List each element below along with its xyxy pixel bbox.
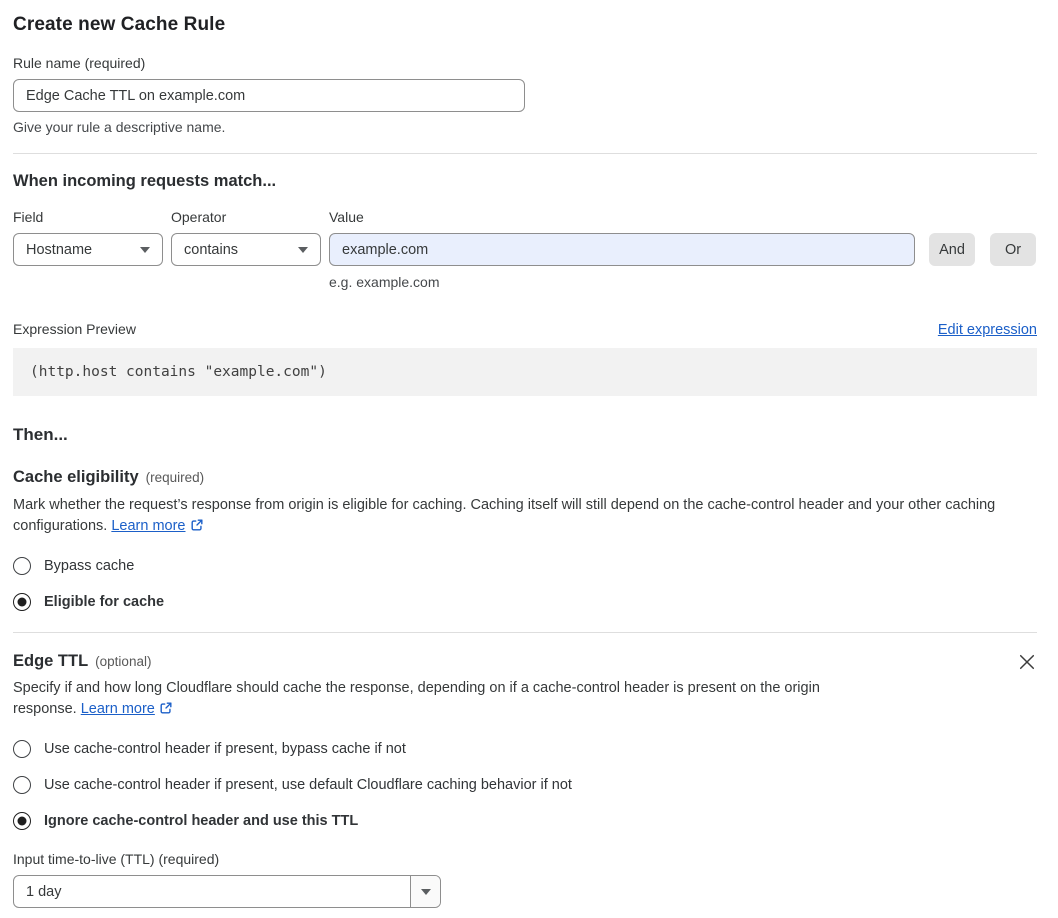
external-link-icon — [159, 701, 173, 722]
value-helper: e.g. example.com — [329, 274, 440, 290]
radio-selected-icon — [13, 593, 31, 611]
expression-preview-label: Expression Preview — [13, 321, 136, 337]
divider — [13, 632, 1037, 633]
field-dropdown[interactable]: Hostname — [13, 233, 163, 266]
radio-eligible-for-cache[interactable]: Eligible for cache — [13, 593, 1037, 611]
ttl-select[interactable]: 1 day — [13, 875, 441, 908]
rule-name-label: Rule name (required) — [13, 55, 146, 71]
or-button[interactable]: Or — [990, 233, 1036, 266]
radio-icon — [13, 557, 31, 575]
radio-bypass-cache[interactable]: Bypass cache — [13, 557, 1037, 575]
radio-use-header-bypass[interactable]: Use cache-control header if present, byp… — [13, 740, 1037, 758]
radio-icon — [13, 776, 31, 794]
cache-eligibility-learn-more-link[interactable]: Learn more — [111, 518, 185, 534]
edge-ttl-learn-more-link[interactable]: Learn more — [81, 701, 155, 717]
radio-selected-icon — [13, 812, 31, 830]
field-label: Field — [13, 209, 44, 225]
match-heading: When incoming requests match... — [13, 172, 277, 190]
cache-eligibility-title: Cache eligibility — [13, 468, 139, 486]
close-edge-ttl-button[interactable] — [1017, 652, 1037, 672]
value-label: Value — [329, 209, 364, 225]
radio-ignore-header-use-ttl[interactable]: Ignore cache-control header and use this… — [13, 812, 1037, 830]
radio-icon — [13, 740, 31, 758]
divider — [13, 153, 1037, 154]
field-dropdown-value: Hostname — [26, 241, 93, 258]
operator-dropdown-value: contains — [184, 241, 239, 258]
external-link-icon — [190, 518, 204, 539]
edge-ttl-optional-badge: (optional) — [95, 654, 152, 669]
edge-ttl-title: Edge TTL — [13, 652, 89, 670]
cache-eligibility-header: Cache eligibility (required) — [13, 468, 1037, 487]
value-input[interactable] — [329, 233, 915, 266]
expression-code: (http.host contains "example.com") — [13, 348, 1037, 396]
ttl-select-value: 1 day — [26, 883, 62, 900]
edge-ttl-description: Specify if and how long Cloudflare shoul… — [13, 678, 843, 722]
rule-name-input[interactable] — [13, 79, 525, 112]
ttl-select-arrow[interactable] — [410, 876, 440, 907]
then-heading: Then... — [13, 425, 68, 444]
operator-label: Operator — [171, 209, 227, 225]
cache-eligibility-required-badge: (required) — [145, 470, 205, 485]
page-title: Create new Cache Rule — [13, 14, 226, 35]
operator-dropdown[interactable]: contains — [171, 233, 321, 266]
expression-preview-row: Expression Preview Edit expression — [13, 321, 1037, 338]
and-button[interactable]: And — [929, 233, 975, 266]
match-row: Hostname contains And Or — [13, 233, 1037, 266]
ttl-input-label: Input time-to-live (TTL) (required) — [13, 851, 220, 867]
chevron-down-icon — [420, 888, 431, 895]
match-column-labels: Field Operator Value — [13, 209, 1037, 225]
cache-eligibility-description: Mark whether the request’s response from… — [13, 495, 1037, 539]
create-cache-rule-form: Create new Cache Rule Rule name (require… — [0, 0, 1058, 918]
radio-use-header-default[interactable]: Use cache-control header if present, use… — [13, 776, 1037, 794]
rule-name-helper: Give your rule a descriptive name. — [13, 119, 226, 135]
edit-expression-link[interactable]: Edit expression — [938, 322, 1037, 338]
chevron-down-icon — [298, 246, 308, 253]
close-icon — [1019, 654, 1035, 670]
chevron-down-icon — [140, 246, 150, 253]
edge-ttl-header: Edge TTL (optional) — [13, 652, 1037, 672]
